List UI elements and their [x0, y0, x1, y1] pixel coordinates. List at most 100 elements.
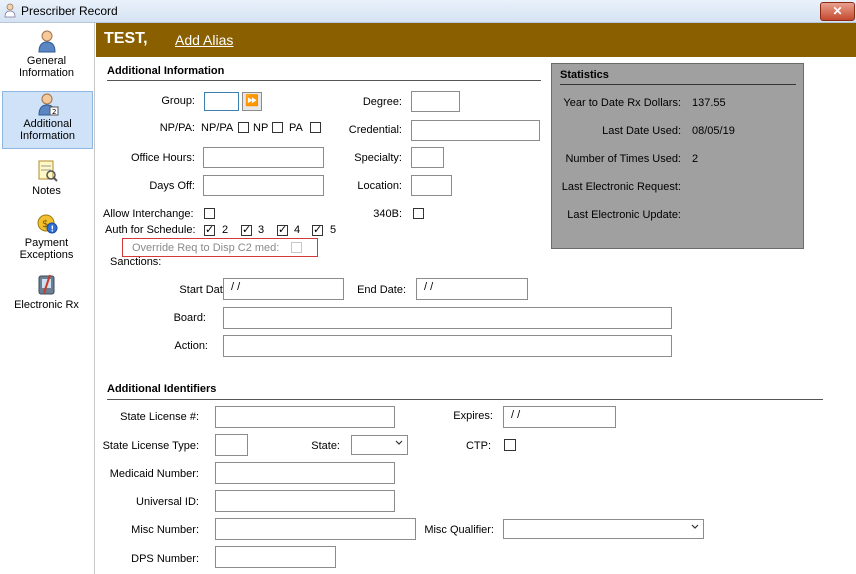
misc-qualifier-label: Misc Qualifier:	[424, 524, 494, 536]
ctp-checkbox[interactable]	[504, 439, 516, 451]
override-c2-label: Override Req to Disp C2 med:	[132, 242, 280, 254]
group-label: Group:	[161, 95, 195, 107]
state-label: State:	[311, 440, 340, 452]
person-icon	[4, 3, 16, 18]
state-license-type-input[interactable]	[215, 434, 248, 456]
days-off-input[interactable]	[203, 175, 324, 196]
stat-last-electronic-update-label: Last Electronic Update:	[567, 209, 681, 221]
sidebar-item-additional-information[interactable]: 2 Additional Information	[2, 91, 93, 149]
dps-number-input[interactable]	[215, 546, 336, 568]
allow-interchange-checkbox[interactable]	[204, 208, 215, 219]
group-lookup-button[interactable]: ⏩	[242, 92, 262, 111]
sanctions-label: Sanctions:	[110, 256, 162, 268]
pa-checkbox[interactable]	[310, 122, 321, 133]
degree-input[interactable]	[411, 91, 460, 112]
action-input[interactable]	[223, 335, 672, 357]
notes-icon	[38, 160, 58, 182]
misc-number-label: Misc Number:	[131, 524, 199, 536]
state-license-type-label: State License Type:	[102, 440, 199, 452]
schedule-3-checkbox[interactable]	[241, 223, 252, 236]
section-divider	[107, 80, 541, 81]
sidebar-item-general-information[interactable]: General Information	[2, 29, 91, 85]
sidebar-item-electronic-rx[interactable]: Electronic Rx	[2, 273, 91, 313]
sidebar: General Information 2 Additional Informa…	[0, 23, 95, 574]
universal-id-input[interactable]	[215, 490, 395, 512]
expires-input[interactable]: / /	[503, 406, 616, 428]
end-date-label: End Date:	[357, 284, 406, 296]
statistics-panel: Statistics Year to Date Rx Dollars: 137.…	[551, 63, 804, 249]
override-c2-highlight: Override Req to Disp C2 med:	[122, 238, 318, 257]
state-license-input[interactable]	[215, 406, 395, 428]
sidebar-item-notes[interactable]: Notes	[2, 159, 91, 197]
fast-forward-icon: ⏩	[245, 95, 259, 107]
schedule-5-label: 5	[330, 224, 337, 236]
npa-option-label: NP/PA	[201, 122, 234, 134]
chevron-down-icon	[691, 524, 699, 529]
expires-value: / /	[508, 409, 521, 421]
sidebar-item-label: Electronic Rx	[14, 299, 79, 311]
np-option-label: NP	[253, 122, 269, 134]
schedule-4-label: 4	[294, 224, 301, 236]
close-button[interactable]: ✕	[820, 2, 855, 21]
title-bar: Prescriber Record ✕	[0, 0, 856, 23]
override-c2-checkbox[interactable]	[291, 242, 302, 253]
start-date-input[interactable]: / /	[223, 278, 344, 300]
statistics-title: Statistics	[560, 69, 609, 81]
start-date-value: / /	[228, 281, 241, 293]
group-input[interactable]	[204, 92, 239, 111]
allow-interchange-label: Allow Interchange:	[103, 208, 194, 220]
location-input[interactable]	[411, 175, 452, 196]
office-hours-input[interactable]	[203, 147, 324, 168]
ctp-label: CTP:	[465, 440, 491, 452]
sidebar-item-label: Notes	[32, 185, 61, 197]
chevron-down-icon	[395, 440, 403, 445]
universal-id-label: Universal ID:	[136, 496, 199, 508]
payment-exceptions-icon: $ !	[37, 214, 57, 234]
end-date-input[interactable]: / /	[416, 278, 528, 300]
location-label: Location:	[357, 180, 402, 192]
person-add-icon: 2	[37, 93, 58, 116]
close-icon: ✕	[832, 4, 843, 18]
specialty-label: Specialty:	[354, 152, 402, 164]
person-icon	[37, 30, 56, 53]
section-title-additional-information: Additional Information	[107, 65, 225, 77]
record-header: TEST, Add Alias	[96, 23, 856, 57]
section-title-additional-identifiers: Additional Identifiers	[107, 383, 217, 395]
sidebar-item-label: Additional Information	[19, 118, 76, 142]
window-title: Prescriber Record	[21, 4, 118, 18]
np-checkbox[interactable]	[272, 122, 283, 133]
specialty-input[interactable]	[411, 147, 444, 168]
add-alias-link[interactable]: Add Alias	[175, 32, 233, 48]
svg-text:!: !	[50, 225, 54, 234]
pa-option-label: PA	[289, 122, 303, 134]
misc-qualifier-select[interactable]	[503, 519, 704, 539]
expires-label: Expires:	[453, 410, 493, 422]
days-off-label: Days Off:	[149, 180, 195, 192]
stat-last-electronic-request-label: Last Electronic Request:	[561, 181, 681, 193]
sidebar-item-label: General Information	[18, 55, 75, 79]
schedule-4-checkbox[interactable]	[277, 223, 288, 236]
schedule-2-checkbox[interactable]	[204, 223, 215, 236]
credential-label: Credential:	[348, 124, 402, 136]
board-label: Board:	[173, 312, 206, 324]
schedule-5-checkbox[interactable]	[312, 223, 323, 236]
board-input[interactable]	[223, 307, 672, 329]
stat-times-used-label: Number of Times Used:	[565, 153, 681, 165]
end-date-value: / /	[421, 281, 434, 293]
statistics-divider	[560, 84, 796, 85]
npa-checkbox[interactable]	[238, 122, 249, 133]
misc-number-input[interactable]	[215, 518, 416, 540]
sidebar-item-payment-exceptions[interactable]: $ ! Payment Exceptions	[2, 211, 91, 261]
degree-label: Degree:	[362, 96, 402, 108]
credential-input[interactable]	[411, 120, 540, 141]
state-select[interactable]	[351, 435, 408, 455]
sidebar-item-label: Payment Exceptions	[19, 237, 74, 261]
prescriber-name: TEST,	[104, 30, 148, 47]
340b-checkbox[interactable]	[413, 208, 424, 219]
340b-label: 340B:	[373, 208, 402, 220]
stat-ytd-dollars-label: Year to Date Rx Dollars:	[563, 97, 681, 109]
medicaid-label: Medicaid Number:	[109, 468, 199, 480]
schedule-3-label: 3	[258, 224, 265, 236]
auth-schedule-label: Auth for Schedule:	[105, 224, 196, 236]
medicaid-input[interactable]	[215, 462, 395, 484]
